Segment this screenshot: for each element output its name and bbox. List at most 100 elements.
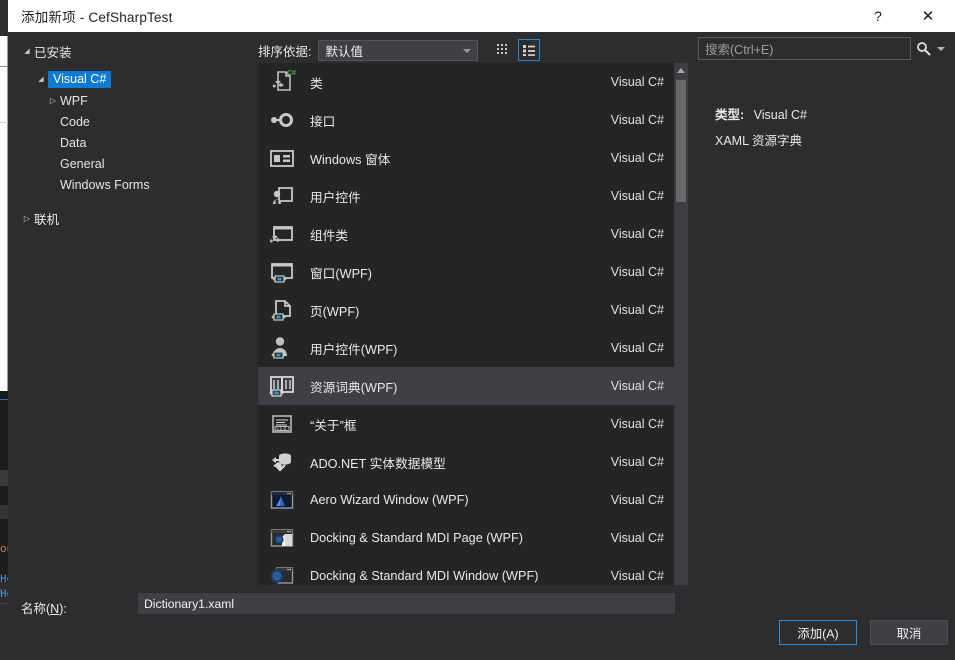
resource-dictionary-icon	[266, 371, 298, 401]
docking-mdi-window-icon	[266, 561, 298, 585]
cancel-button[interactable]: 取消	[870, 620, 948, 645]
list-item[interactable]: Docking & Standard MDI Window (WPF) Visu…	[258, 557, 674, 585]
tree-item-data[interactable]: Data	[8, 132, 250, 153]
chevron-right-icon: ▷	[49, 95, 57, 105]
name-label: 名称(N):	[21, 598, 67, 617]
list-item-name: 接口	[310, 114, 336, 129]
about-box-icon: v.1.0	[266, 409, 298, 439]
tree-item-wpf[interactable]: ▷ WPF	[8, 90, 250, 111]
background-row-highlight-2	[0, 505, 8, 519]
name-label-prefix: 名称(	[21, 602, 51, 616]
list-item-name: 组件类	[310, 228, 349, 243]
list-item-name: Windows 窗体	[310, 152, 391, 167]
wpf-window-icon	[266, 257, 298, 287]
scrollbar-thumb[interactable]	[676, 80, 686, 202]
wpf-user-control-icon	[266, 333, 298, 363]
templates-list-scrollbar[interactable]	[674, 63, 688, 585]
templates-pane: 排序依据: 默认值 C# 类 Visual C# 接口 Visual C# Wi…	[250, 32, 698, 592]
background-editor-rule	[0, 66, 8, 67]
list-item-language: Visual C#	[610, 303, 664, 317]
tree-item-data-label: Data	[60, 135, 87, 150]
list-item[interactable]: Aero Wizard Window (WPF) Visual C#	[258, 481, 674, 519]
aero-wizard-icon	[266, 485, 298, 515]
list-item-name: 用户控件(WPF)	[310, 342, 398, 357]
chevron-right-icon: ▷	[23, 213, 31, 223]
list-item[interactable]: 用户控件(WPF) Visual C#	[258, 329, 674, 367]
detail-type-value: Visual C#	[753, 108, 807, 122]
search-dropdown-button[interactable]	[935, 37, 948, 60]
list-item-language: Visual C#	[610, 341, 664, 355]
file-name-input[interactable]	[138, 593, 675, 614]
list-item-name: 用户控件	[310, 190, 361, 205]
dialog-bottom-edge	[8, 655, 955, 660]
list-item-name: 资源词典(WPF)	[310, 380, 398, 395]
search-area: 搜索(Ctrl+E)	[698, 37, 948, 61]
chevron-down-icon: ◢	[24, 48, 30, 55]
list-item[interactable]: ADO.NET 实体数据模型 Visual C#	[258, 443, 674, 481]
windows-form-icon	[266, 143, 298, 173]
background-editor-rule-2	[0, 122, 8, 123]
tree-item-installed[interactable]: ◢ 已安装	[8, 41, 250, 62]
close-button[interactable]: ✕	[901, 0, 955, 32]
list-item-selected[interactable]: 资源词典(WPF) Visual C#	[258, 367, 674, 405]
list-item[interactable]: 接口 Visual C#	[258, 101, 674, 139]
list-item[interactable]: Docking & Standard MDI Page (WPF) Visual…	[258, 519, 674, 557]
name-label-accesskey: N	[50, 602, 60, 616]
list-item-language: Visual C#	[610, 379, 664, 393]
docking-mdi-page-icon	[266, 523, 298, 553]
list-view-icon	[523, 45, 536, 56]
ado-net-model-icon	[266, 447, 298, 477]
list-item-language: Visual C#	[610, 227, 664, 241]
grid-view-icon	[497, 44, 508, 54]
tree-item-windows-forms[interactable]: Windows Forms	[8, 174, 250, 195]
list-item-name: ADO.NET 实体数据模型	[310, 456, 446, 471]
list-item-language: Visual C#	[610, 189, 664, 203]
tree-item-visual-csharp-label: Visual C#	[48, 71, 112, 88]
help-button[interactable]: ?	[855, 0, 901, 32]
tree-item-general[interactable]: General	[8, 153, 250, 174]
list-item[interactable]: Windows 窗体 Visual C#	[258, 139, 674, 177]
tree-item-code[interactable]: Code	[8, 111, 250, 132]
search-icon[interactable]	[911, 37, 934, 60]
svg-text:v.1.0: v.1.0	[276, 426, 286, 431]
dialog-titlebar: 添加新项 - CefSharpTest ? ✕	[8, 0, 955, 32]
component-class-icon	[266, 219, 298, 249]
screen: ou He He 添加新项 - CefSharpTest ? ✕ ◢ 已安装 ◢…	[0, 0, 955, 660]
scroll-up-button[interactable]	[674, 63, 688, 77]
dialog-title: 添加新项 - CefSharpTest	[21, 10, 173, 25]
titlebar-buttons: ? ✕	[855, 0, 955, 32]
list-item[interactable]: 窗口(WPF) Visual C#	[258, 253, 674, 291]
background-status-bar	[0, 603, 8, 660]
list-item-language: Visual C#	[610, 531, 664, 545]
search-placeholder: 搜索(Ctrl+E)	[705, 43, 774, 57]
list-item[interactable]: 页(WPF) Visual C#	[258, 291, 674, 329]
categories-tree: ◢ 已安装 ◢ Visual C# ▷ WPF Code Data Genera…	[8, 32, 250, 592]
list-item[interactable]: 用户控件 Visual C#	[258, 177, 674, 215]
add-button[interactable]: 添加(A)	[779, 620, 857, 645]
list-item-language: Visual C#	[610, 569, 664, 583]
list-item[interactable]: 组件类 Visual C#	[258, 215, 674, 253]
templates-list[interactable]: C# 类 Visual C# 接口 Visual C# Windows 窗体 V…	[258, 63, 688, 585]
search-input[interactable]: 搜索(Ctrl+E)	[698, 37, 912, 60]
background-panel-top	[0, 391, 8, 399]
add-new-item-dialog: 添加新项 - CefSharpTest ? ✕ ◢ 已安装 ◢ Visual C…	[8, 0, 955, 660]
list-item-name: “关于”框	[310, 418, 357, 433]
list-item-name: Aero Wizard Window (WPF)	[310, 493, 469, 507]
list-item-language: Visual C#	[610, 417, 664, 431]
list-item-language: Visual C#	[610, 493, 664, 507]
detail-type-label: 类型:	[715, 108, 745, 122]
list-item-language: Visual C#	[610, 75, 664, 89]
sort-label: 排序依据:	[258, 44, 312, 59]
svg-text:C#: C#	[287, 70, 296, 77]
detail-description: XAML 资源字典	[715, 134, 803, 148]
sort-by-select[interactable]: 默认值	[318, 39, 479, 61]
tree-item-visual-csharp[interactable]: ◢ Visual C#	[8, 69, 250, 90]
sort-by-value: 默认值	[325, 44, 363, 59]
tree-item-online[interactable]: ▷ 联机	[8, 208, 250, 229]
list-item[interactable]: C# 类 Visual C#	[258, 63, 674, 101]
list-item[interactable]: v.1.0 “关于”框 Visual C#	[258, 405, 674, 443]
list-view-button[interactable]	[518, 39, 541, 61]
chevron-down-icon: ◢	[38, 76, 44, 83]
background-editor-pane	[0, 36, 8, 391]
grid-view-button[interactable]	[492, 39, 514, 61]
